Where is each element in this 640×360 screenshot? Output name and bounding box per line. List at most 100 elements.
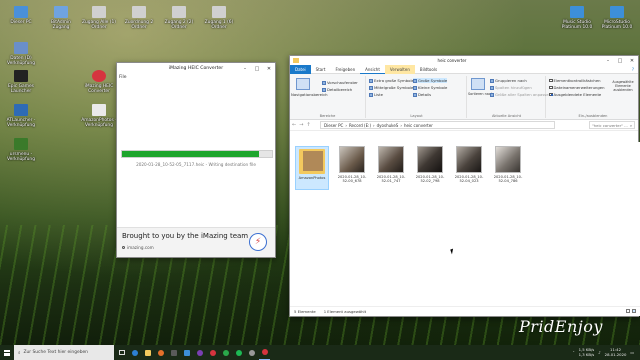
list-item[interactable]: AmazonPhotos bbox=[295, 146, 329, 190]
layout-icon bbox=[413, 78, 417, 83]
desktop-icon-folder-2[interactable]: Zuordnung 2 Ordner bbox=[120, 6, 158, 30]
item-checkboxes-toggle[interactable]: Elementkontrollkästchen bbox=[549, 78, 601, 83]
desktop-icon-imazing[interactable]: iMazing HEIC Converter bbox=[80, 70, 118, 94]
view-toggle bbox=[626, 309, 636, 313]
list-item[interactable]: 2020-01-28_10-52-04_786 bbox=[491, 146, 525, 190]
desktop-icon-label: MicroStudio Platinum 10.0 bbox=[601, 20, 633, 30]
small-icons-option[interactable]: Kleine Symbole bbox=[413, 85, 447, 90]
menu-file[interactable]: File bbox=[117, 74, 275, 81]
volume-icon[interactable]: ♪ bbox=[598, 350, 600, 355]
search-input[interactable]: "heic converter" ... ⌕ bbox=[589, 121, 635, 129]
desktop-icon-bitadmin[interactable]: BitAdmin Zugang bbox=[42, 6, 80, 30]
list-item[interactable]: 2020-01-28_10-52-00_678 bbox=[335, 146, 369, 190]
breadcrumb-item[interactable]: heic converter bbox=[404, 123, 433, 128]
tab-picture-tools[interactable]: Bildtools bbox=[415, 65, 442, 74]
tab-file[interactable]: Datei bbox=[290, 64, 311, 74]
app-icon bbox=[222, 349, 229, 356]
minimize-button[interactable]: – bbox=[239, 63, 251, 74]
breadcrumb-item[interactable]: Dieser PC bbox=[324, 123, 343, 128]
usb-logo-icon: ⚡ bbox=[249, 233, 267, 251]
taskbar-app-1[interactable] bbox=[194, 345, 205, 360]
item-label: 2020-01-28_10-52-02_798 bbox=[415, 175, 445, 184]
desktop-icon-folder-4[interactable]: Zugang 1 (6) Ordner bbox=[200, 6, 238, 30]
large-icons-view-icon[interactable] bbox=[632, 309, 636, 313]
taskbar-app-imazing[interactable] bbox=[259, 345, 270, 360]
taskbar-app-3[interactable] bbox=[220, 345, 231, 360]
maximize-button[interactable]: □ bbox=[251, 63, 263, 74]
tab-manage[interactable]: Verwalten bbox=[384, 64, 415, 74]
desktop-icon-microstudio[interactable]: MicroStudio Platinum 10.0 bbox=[598, 6, 636, 30]
taskbar-search-input[interactable]: ⌕ Zur Suche Text hier eingeben bbox=[14, 345, 114, 360]
list-option[interactable]: Liste bbox=[369, 92, 383, 97]
clock[interactable]: 11:42 28.01.2020 bbox=[605, 347, 627, 357]
details-pane-button[interactable]: Detailbereich bbox=[322, 87, 352, 92]
brought-by-text: Brought to you by the iMazing team bbox=[122, 232, 249, 240]
preview-pane-button[interactable]: Vorschaufenster bbox=[322, 80, 358, 85]
taskbar-app-mail[interactable] bbox=[181, 345, 192, 360]
firefox-icon bbox=[157, 349, 164, 356]
task-view-icon bbox=[118, 350, 125, 355]
tray-chevron-icon[interactable]: ˄ bbox=[573, 350, 575, 355]
desktop-icon-drive-d[interactable]: Daten (D) Verknüpfung bbox=[2, 42, 40, 66]
list-item[interactable]: 2020-01-28_10-52-01_747 bbox=[374, 146, 408, 190]
taskbar-app-4[interactable] bbox=[233, 345, 244, 360]
desktop-icon-label: Zugang 2 (2) Ordner bbox=[164, 20, 194, 30]
hidden-items-toggle[interactable]: Ausgeblendete Elemente bbox=[549, 92, 601, 97]
back-arrow-icon[interactable]: ← bbox=[292, 122, 296, 128]
file-extensions-toggle[interactable]: Dateinamenerweiterungen bbox=[549, 85, 605, 90]
forward-arrow-icon[interactable]: → bbox=[299, 122, 303, 128]
hide-selected-button[interactable]: Ausgewählte Elemente ausblenden bbox=[609, 80, 637, 92]
breadcrumb-item[interactable]: dyoshukeS bbox=[377, 123, 399, 128]
tab-start[interactable]: Start bbox=[311, 65, 331, 74]
up-arrow-icon[interactable]: ↑ bbox=[306, 122, 310, 128]
imazing-titlebar[interactable]: iMazing HEIC Converter – □ ✕ bbox=[117, 63, 275, 74]
layout-icon bbox=[413, 92, 417, 97]
details-pane-label: Detailbereich bbox=[327, 87, 353, 92]
fit-columns-button[interactable]: Größe aller Spalten anpassen bbox=[490, 92, 551, 97]
globe-icon bbox=[122, 246, 125, 249]
network-speed: 1,5 KB/s 1,3 KB/s bbox=[579, 347, 595, 357]
desktop-icon-label: iMazing HEIC Converter bbox=[84, 84, 114, 94]
help-icon[interactable]: ? bbox=[632, 67, 634, 72]
taskbar-app-store[interactable] bbox=[168, 345, 179, 360]
list-item[interactable]: 2020-01-28_10-52-02_798 bbox=[413, 146, 447, 190]
sort-icon bbox=[471, 78, 485, 90]
notifications-icon[interactable]: ▭ bbox=[630, 350, 634, 355]
task-view-button[interactable] bbox=[116, 345, 127, 360]
imazing-link[interactable]: imazing.com bbox=[122, 245, 154, 250]
group-by-button[interactable]: Gruppieren nach bbox=[490, 78, 527, 83]
desktop-icon-folder-1[interactable]: Zugang Alle (1) Ordner bbox=[80, 6, 118, 30]
desktop-icon-epic-games[interactable]: Epic Games Launcher bbox=[2, 70, 40, 94]
taskbar-app-2[interactable] bbox=[207, 345, 218, 360]
folder-icon bbox=[299, 149, 325, 174]
microstudio-icon bbox=[610, 6, 624, 18]
start-button[interactable] bbox=[0, 345, 14, 360]
details-view-icon[interactable] bbox=[626, 309, 630, 313]
medium-icons-option[interactable]: Mittelgroße Symbole bbox=[369, 85, 413, 90]
navigation-pane-label: Navigationsbereich bbox=[291, 92, 328, 97]
address-row: ← → ↑ Dieser PC › Record (E:) › dyoshukeS ›… bbox=[290, 120, 638, 131]
taskbar-app-firefox[interactable] bbox=[155, 345, 166, 360]
tab-view[interactable]: Ansicht bbox=[360, 65, 385, 74]
desktop-icon-folder-3[interactable]: Zugang 2 (2) Ordner bbox=[160, 6, 198, 30]
details-option[interactable]: Details bbox=[413, 92, 431, 97]
large-icons-option[interactable]: Große Symbole bbox=[413, 78, 448, 83]
add-columns-button[interactable]: Spalten hinzufügen bbox=[490, 85, 532, 90]
taskbar-app-explorer[interactable] bbox=[142, 345, 153, 360]
desktop-icon-this-pc[interactable]: Dieser PC bbox=[2, 6, 40, 25]
desktop-icon-amazonphotos[interactable]: AmazonPhotos - Verknüpfung bbox=[80, 104, 118, 128]
list-item[interactable]: 2020-01-28_10-52-04_023 bbox=[452, 146, 486, 190]
folder-icon bbox=[132, 6, 146, 18]
close-button[interactable]: ✕ bbox=[263, 63, 275, 74]
taskbar-app-edge[interactable] bbox=[129, 345, 140, 360]
xl-icons-option[interactable]: Extra große Symbole bbox=[369, 78, 414, 83]
taskbar-app-5[interactable] bbox=[246, 345, 257, 360]
desktop-icon-ursmenu[interactable]: ursmenu - Verknüpfung bbox=[2, 138, 40, 162]
tab-share[interactable]: Freigeben bbox=[330, 65, 360, 74]
desktop-icon-atlauncher[interactable]: ATLauncher - Verknüpfung bbox=[2, 104, 40, 128]
breadcrumb-item[interactable]: Record (E:) bbox=[349, 123, 371, 128]
address-bar[interactable]: Dieser PC › Record (E:) › dyoshukeS › heic … bbox=[320, 121, 555, 129]
desktop-icon-label: Zugang 1 (6) Ordner bbox=[204, 20, 234, 30]
navigation-pane-button[interactable]: Navigationsbereich bbox=[291, 92, 328, 97]
desktop-icon-music-studio[interactable]: Music Studio Platinum 10.0 bbox=[558, 6, 596, 30]
